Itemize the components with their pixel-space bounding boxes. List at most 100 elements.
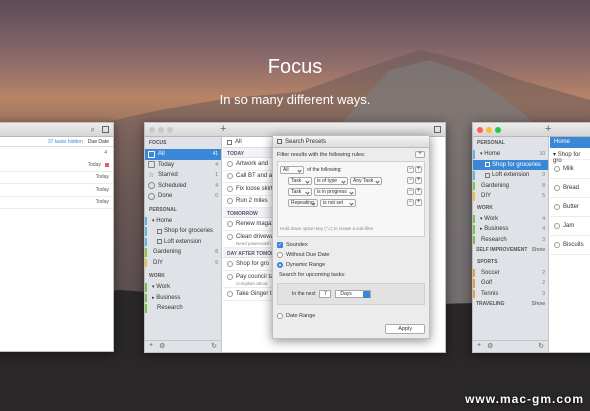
remove-rule-button[interactable]: − [407,198,414,206]
sidebar-toggle-icon[interactable] [434,126,441,133]
checkmark-icon [148,192,155,200]
close-button[interactable] [477,127,483,133]
table-row[interactable]: Today [0,184,113,197]
soundex-option[interactable]: ✓ Soundex [277,240,425,250]
sidebar-item-golf[interactable]: Golf 2 [473,278,548,289]
rule-operator-select[interactable]: is of type [314,176,348,185]
sidebar-item-starred[interactable]: ☆ Starred 1 [145,170,221,181]
sidebar-item-tennis[interactable]: Tennis 3 [473,289,548,300]
refresh-icon[interactable]: ↻ [538,342,544,351]
sidebar-item-loft[interactable]: Loft extension 0 [473,170,548,181]
sidebar-item-done[interactable]: Done 0 [145,191,221,202]
show-link[interactable]: Show [532,247,545,253]
sidebar-item-all[interactable]: All 41 [145,149,221,160]
dynamic-range-option[interactable]: Dynamic Range [277,260,425,270]
table-row[interactable]: Today [0,197,113,209]
disclosure-triangle-icon[interactable]: ▾ [152,284,155,290]
gear-icon[interactable]: ⚙ [159,342,165,351]
zoom-button[interactable] [167,127,173,133]
sidebar-item-loft[interactable]: Loft extension [145,237,221,248]
apply-button[interactable]: Apply [385,324,425,334]
tab-home[interactable]: Home [550,137,590,148]
rule-row: Task is in progress − + [280,186,422,197]
sidebar-item-gardening[interactable]: Gardening 8 [473,181,548,192]
refresh-icon[interactable]: ↻ [211,342,217,351]
sidebar-item-home[interactable]: ▾ Home 10 [473,149,548,160]
sidebar-item-today[interactable]: Today 4 [145,160,221,171]
period-select[interactable]: Days [335,290,372,298]
filter-label[interactable]: All [235,139,242,145]
soundex-checkbox[interactable]: ✓ [277,242,283,248]
remove-rule-button[interactable]: − [407,176,414,184]
match-row: All of the following: − + [280,164,422,175]
without-due-date-radio[interactable] [277,252,283,258]
add-icon[interactable]: + [545,123,551,135]
without-due-date-option[interactable]: Without Due Date [277,250,425,260]
add-rule-button[interactable]: + [415,198,422,206]
add-list-icon[interactable]: + [149,342,153,351]
task-row[interactable]: Butter [550,198,590,217]
main-sidebar: FOCUS All 41 Today 4 ☆ Starred 1 Scheduled 4 … [145,137,222,352]
add-rule-button[interactable]: + [415,187,422,195]
filter-rules-label: Filter results with the following rules:… [273,148,429,161]
task-row[interactable]: Biscuits [550,236,590,255]
zoom-button[interactable] [495,127,501,133]
sidebar-item-work[interactable]: ▾ Work [145,282,221,293]
gear-icon[interactable]: ⚙ [487,342,493,351]
show-link[interactable]: Show [532,301,545,307]
add-rule-button[interactable]: + [415,151,425,158]
rule-row: Repeating is not set − + [280,197,422,208]
close-button[interactable] [149,127,155,133]
sidebar-item-research[interactable]: Research [145,303,221,314]
task-row[interactable]: Bread [550,179,590,198]
right-window: + PERSONAL ▾ Home 10 Shop for groceries L… [472,122,590,353]
rule-field-select[interactable]: Task [288,187,312,196]
sidebar-item-groceries[interactable]: Shop for groceries [473,159,548,170]
sidebar-item-scheduled[interactable]: Scheduled 4 [145,181,221,192]
right-task-pane: Home ▾ Shop for gro Milk Bread Butter Ja… [550,137,590,352]
sidebar-toggle-icon[interactable] [102,126,109,133]
task-row[interactable]: Jam [550,217,590,236]
sidebar-item-home[interactable]: ▾ Home [145,216,221,227]
rule-field-select[interactable]: Repeating [288,198,318,207]
remove-rule-button[interactable]: − [407,187,414,195]
sidebar-item-diy[interactable]: DIY 5 [473,191,548,202]
right-sidebar: PERSONAL ▾ Home 10 Shop for groceries Lof… [473,137,549,352]
sidebar-item-business[interactable]: ▸ Business 4 [473,224,548,235]
minimize-button[interactable] [486,127,492,133]
table-row[interactable]: Today [0,159,113,172]
list-icon [227,139,232,145]
add-rule-button[interactable]: + [415,176,422,184]
date-range-option[interactable]: Date Range [277,311,425,321]
minimize-button[interactable] [158,127,164,133]
sidebar-item-business[interactable]: ▸ Business [145,293,221,304]
rule-field-select[interactable]: Task [288,176,312,185]
sidebar-item-soccer[interactable]: Soccer 2 [473,268,548,279]
sidebar-item-research[interactable]: Research 3 [473,235,548,246]
disclosure-triangle-icon[interactable]: ▾ [152,218,155,224]
date-range-radio[interactable] [277,313,283,319]
add-rule-button[interactable]: + [415,165,422,173]
dynamic-range-radio[interactable] [277,262,283,268]
hidden-tasks-label[interactable]: 37 tasks hidden [48,139,83,145]
match-select[interactable]: All [280,165,304,174]
add-icon[interactable]: + [220,123,226,135]
rule-value-select[interactable]: Any Task [350,176,382,185]
options-group: ✓ Soundex Without Due Date Dynamic Range… [273,237,429,337]
group-header: ▾ Shop for gro [550,148,590,164]
add-list-icon[interactable]: + [477,342,481,351]
rule-operator-select[interactable]: is in progress [314,187,356,196]
sidebar-item-groceries[interactable]: Shop for groceries [145,226,221,237]
calendar-icon [148,161,155,169]
search-icon[interactable]: ⌕ [91,125,95,135]
sidebar-item-gardening[interactable]: Gardening 8 [145,247,221,258]
remove-rule-button[interactable]: − [407,165,414,173]
days-number-input[interactable]: 7 [319,290,332,298]
sort-dropdown[interactable]: Due Date [88,139,109,145]
watermark: www.mac-gm.com [465,392,584,406]
sidebar-item-diy[interactable]: DIY 5 [145,258,221,269]
rule-operator-select[interactable]: is not set [320,198,356,207]
table-row[interactable]: Today [0,172,113,184]
sidebar-item-work[interactable]: ▾ Work 4 [473,214,548,225]
flag-icon [105,162,109,167]
